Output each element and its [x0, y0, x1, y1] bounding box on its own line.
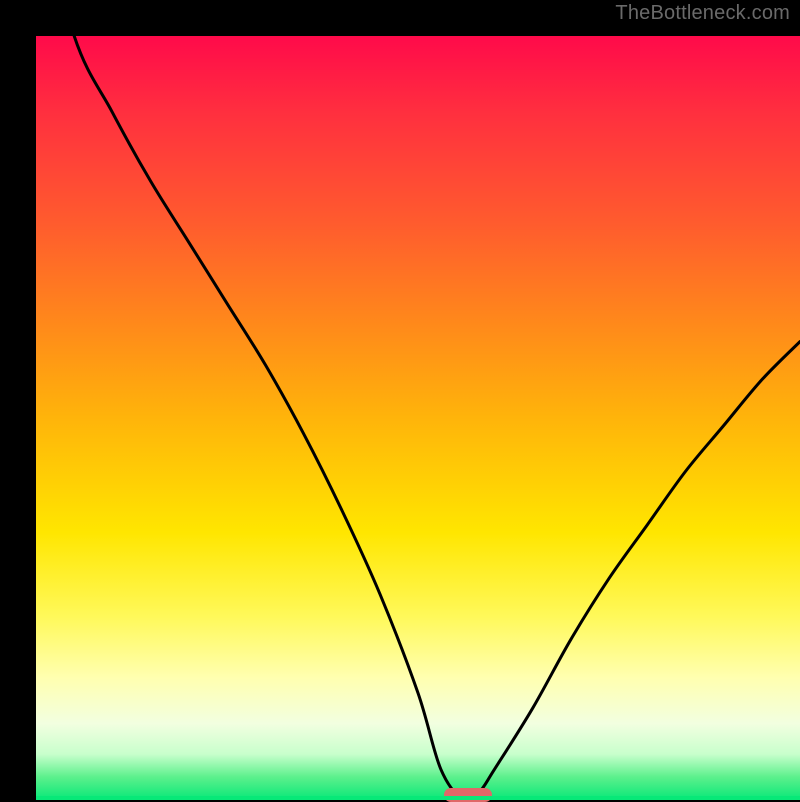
chart-frame: [0, 0, 800, 800]
watermark-text: TheBottleneck.com: [615, 2, 790, 25]
plot-area: [36, 36, 800, 800]
baseline-green: [36, 796, 800, 800]
bottleneck-curve: [36, 36, 800, 800]
curve-path: [36, 36, 800, 800]
